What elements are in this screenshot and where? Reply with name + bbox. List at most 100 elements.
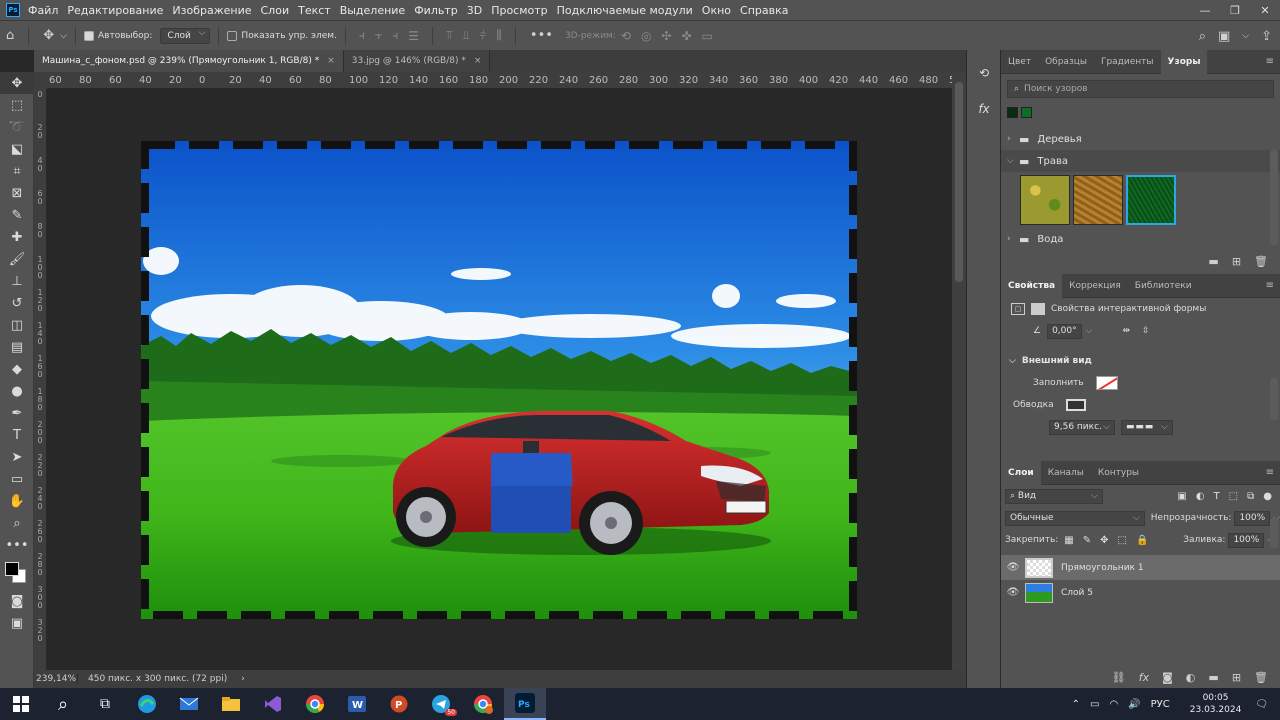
tab-color[interactable]: Цвет — [1001, 50, 1038, 74]
slide-3d-icon[interactable]: ✜ — [681, 29, 691, 43]
stroke-width-input[interactable]: 9,56 пикс. ⌵ — [1049, 419, 1115, 435]
fill-swatch-none[interactable] — [1095, 376, 1118, 390]
chrome-icon[interactable] — [294, 688, 336, 720]
lock-all-icon[interactable]: 🔒 — [1136, 535, 1148, 546]
align-more-icon[interactable]: ☰ — [408, 29, 419, 43]
close-icon[interactable]: ✕ — [1250, 0, 1280, 20]
menu-file[interactable]: Файл — [28, 4, 58, 17]
layer-name[interactable]: Слой 5 — [1061, 588, 1093, 598]
tab-document-33[interactable]: 33.jpg @ 146% (RGB/8) * × — [343, 50, 491, 72]
new-group-icon[interactable]: ▬ — [1208, 255, 1218, 268]
eyedropper-tool-icon[interactable]: ✎ — [0, 204, 34, 226]
patterns-search-input[interactable]: ⌕ Поиск узоров — [1007, 80, 1274, 98]
chrome-profile-icon[interactable] — [462, 688, 504, 720]
align-hcenter-icon[interactable]: ⫟ — [375, 28, 382, 43]
pen-tool-icon[interactable]: ✒ — [0, 402, 34, 424]
pattern-grass-2[interactable] — [1073, 175, 1123, 225]
tool-preset-chevron-icon[interactable]: ⌵ — [60, 31, 67, 41]
tab-document-car[interactable]: Машина_с_фоном.psd @ 239% (Прямоугольник… — [34, 50, 344, 72]
menu-filter[interactable]: Фильтр — [414, 4, 458, 17]
document-canvas[interactable] — [141, 141, 857, 619]
blend-mode-dropdown[interactable]: Обычные ⌵ — [1005, 510, 1145, 526]
menu-help[interactable]: Справка — [740, 4, 788, 17]
healing-brush-tool-icon[interactable]: ✚ — [0, 226, 34, 248]
tab-adjustments[interactable]: Коррекция — [1062, 274, 1128, 298]
color-swatches[interactable] — [0, 556, 33, 590]
close-tab-icon[interactable]: × — [327, 56, 335, 66]
minimize-icon[interactable]: — — [1190, 0, 1220, 20]
scroll-thumb[interactable] — [955, 82, 963, 282]
filter-type-icon[interactable]: T — [1214, 491, 1220, 502]
video-3d-icon[interactable]: ▭ — [702, 29, 713, 43]
move-tool-icon[interactable]: ✥ — [0, 72, 34, 94]
layer-row[interactable]: 👁 Слой 5 — [1001, 580, 1280, 605]
hand-tool-icon[interactable]: ✋ — [0, 490, 34, 512]
clock[interactable]: 00:05 23.03.2024 — [1190, 692, 1242, 716]
new-group-icon[interactable]: ▬ — [1208, 671, 1218, 684]
align-bottom-icon[interactable]: ⫩ — [480, 28, 487, 43]
layer-name[interactable]: Прямоугольник 1 — [1061, 563, 1144, 573]
foreground-color-swatch[interactable] — [5, 562, 19, 576]
panel-menu-icon[interactable]: ≡ — [1266, 280, 1274, 291]
show-transform-controls-checkbox[interactable] — [227, 30, 238, 41]
lock-image-icon[interactable]: ✎ — [1083, 535, 1091, 546]
menu-3d[interactable]: 3D — [467, 4, 482, 17]
search-icon[interactable]: ⌕ — [42, 688, 84, 720]
frame-tool-icon[interactable]: ⊠ — [0, 182, 34, 204]
panel-menu-icon[interactable]: ≡ — [1266, 467, 1274, 478]
tab-properties[interactable]: Свойства — [1001, 273, 1063, 298]
filter-toggle-icon[interactable]: ● — [1263, 491, 1272, 502]
path-select-tool-icon[interactable]: ➤ — [0, 446, 34, 468]
task-view-icon[interactable]: ⧉ — [84, 688, 126, 720]
adjustment-layer-icon[interactable]: ◐ — [1186, 671, 1196, 684]
tab-swatches[interactable]: Образцы — [1038, 50, 1094, 74]
visibility-eye-icon[interactable]: 👁 — [1001, 562, 1025, 573]
blur-tool-icon[interactable]: ◆ — [0, 358, 34, 380]
history-brush-tool-icon[interactable]: ↺ — [0, 292, 34, 314]
tab-layers[interactable]: Слои — [1001, 460, 1041, 485]
flip-vertical-icon[interactable]: ⇳ — [1142, 326, 1150, 336]
menu-image[interactable]: Изображение — [172, 4, 251, 17]
tab-patterns[interactable]: Узоры — [1160, 49, 1208, 74]
tab-channels[interactable]: Каналы — [1041, 461, 1091, 485]
quick-mask-icon[interactable]: ◙ — [0, 590, 34, 612]
flip-horizontal-icon[interactable]: ⇹ — [1122, 326, 1130, 336]
mail-icon[interactable] — [168, 688, 210, 720]
windows-start-icon[interactable] — [0, 688, 42, 720]
show-hidden-icons-icon[interactable]: ⌃ — [1072, 699, 1080, 710]
appearance-section[interactable]: ⌵ Внешний вид — [1001, 350, 1280, 372]
recent-pattern-swatch[interactable] — [1007, 106, 1018, 118]
roll-3d-icon[interactable]: ◎ — [641, 29, 651, 43]
delete-icon[interactable]: 🗑 — [1254, 255, 1268, 268]
angle-input[interactable]: 0,00° — [1047, 323, 1082, 339]
orbit-3d-icon[interactable]: ⟲ — [621, 29, 631, 43]
rectangle-tool-icon[interactable]: ▭ — [0, 468, 34, 490]
layer-style-icon[interactable]: fx — [1139, 671, 1149, 684]
layer-kind-filter[interactable]: ⌕ Вид ⌵ — [1005, 488, 1103, 504]
eraser-tool-icon[interactable]: ◫ — [0, 314, 34, 336]
menu-window[interactable]: Окно — [702, 4, 731, 17]
language-indicator[interactable]: РУС — [1151, 699, 1170, 710]
tab-libraries[interactable]: Библиотеки — [1128, 274, 1199, 298]
autoselect-dropdown[interactable]: Слой — [160, 27, 211, 44]
filter-smart-object-icon[interactable]: ⧉ — [1247, 491, 1254, 502]
wifi-icon[interactable]: ◠ — [1109, 699, 1118, 710]
notifications-icon[interactable]: 🗨 — [1255, 699, 1268, 710]
fill-input[interactable]: 100% — [1228, 532, 1265, 548]
brush-tool-icon[interactable]: 🖌 — [0, 248, 34, 270]
align-vcenter-icon[interactable]: ⫫ — [463, 28, 470, 43]
close-tab-icon[interactable]: × — [474, 56, 482, 66]
search-icon[interactable]: ⌕ — [1199, 29, 1206, 44]
tab-gradients[interactable]: Градиенты — [1094, 50, 1161, 74]
zoom-level[interactable]: 239,14% — [34, 674, 78, 684]
pattern-grass-3[interactable] — [1126, 175, 1176, 225]
folder-water[interactable]: › ▬ Вода — [1001, 228, 1280, 250]
menu-view[interactable]: Просмотр — [491, 4, 547, 17]
filter-pixel-icon[interactable]: ▣ — [1177, 491, 1186, 502]
object-select-tool-icon[interactable]: ⬕ — [0, 138, 34, 160]
menu-select[interactable]: Выделение — [340, 4, 406, 17]
link-layers-icon[interactable]: ⛓ — [1112, 671, 1126, 684]
zoom-tool-icon[interactable]: ⌕ — [0, 512, 34, 534]
autoselect-checkbox[interactable] — [84, 30, 94, 41]
telegram-icon[interactable]: 50 — [420, 688, 462, 720]
